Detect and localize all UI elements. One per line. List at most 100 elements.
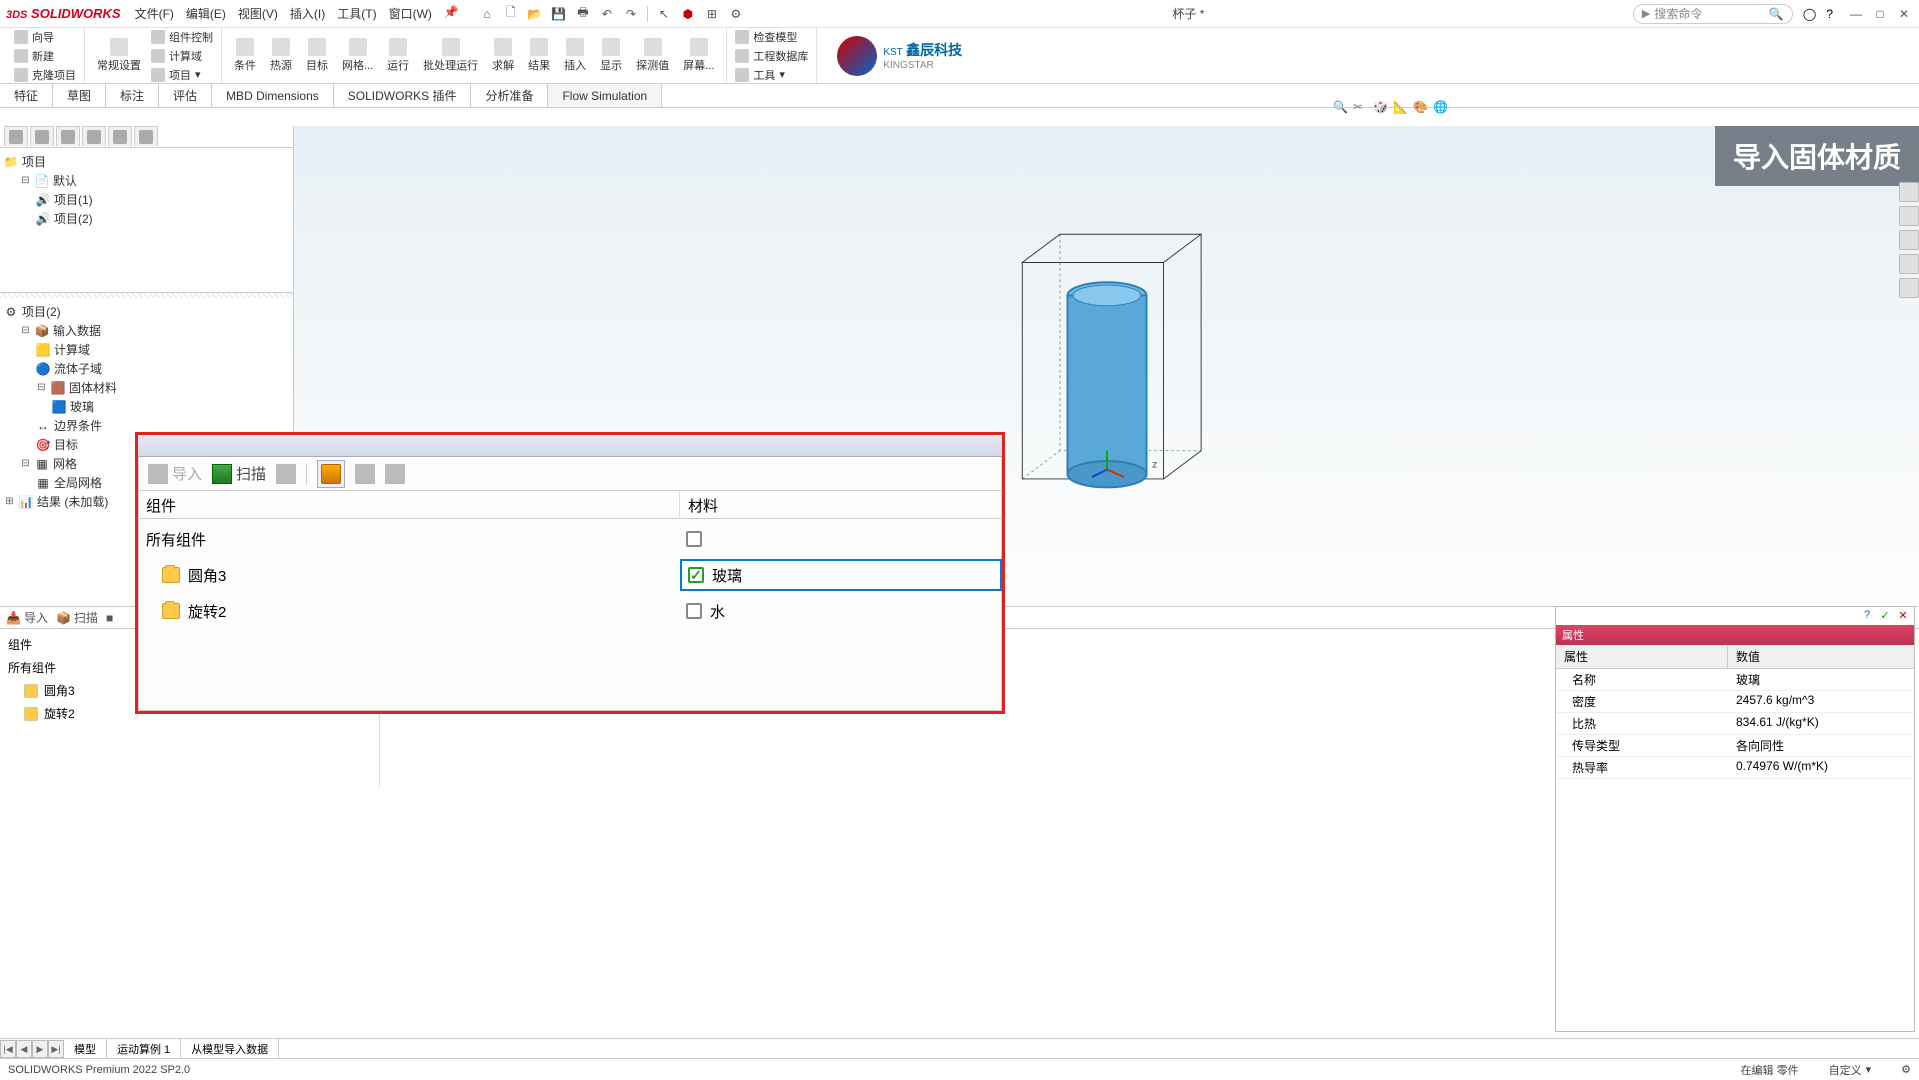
props-col-value[interactable]: 数值 (1728, 645, 1768, 668)
dialog-titlebar[interactable] (138, 435, 1002, 457)
batch-button[interactable]: 批处理运行 (417, 36, 484, 75)
menu-tools[interactable]: 工具(T) (337, 5, 376, 22)
dlg-cube-button[interactable] (317, 460, 345, 488)
props-ok-icon[interactable]: ✓ (1878, 609, 1892, 623)
select-icon[interactable]: ↖ (656, 6, 672, 22)
screen-button[interactable]: 屏幕... (677, 36, 720, 75)
tab-addins[interactable]: SOLIDWORKS 插件 (334, 84, 472, 107)
project-dd-button[interactable]: 项目 ▾ (149, 66, 215, 84)
checkbox-water[interactable] (686, 603, 702, 619)
dlg-row-revolve2[interactable]: 旋转2 水 (138, 593, 1002, 629)
display-icon[interactable]: 📐 (1393, 100, 1409, 116)
tree-glass[interactable]: 🟦玻璃 (4, 397, 289, 416)
tab-mbd[interactable]: MBD Dimensions (212, 84, 334, 107)
component-control-button[interactable]: 组件控制 (149, 28, 215, 46)
menu-file[interactable]: 文件(F) (135, 5, 174, 22)
tab-evaluate[interactable]: 评估 (159, 84, 212, 107)
general-settings-button[interactable]: 常规设置 (91, 36, 147, 75)
tree-project1[interactable]: 🔊项目(1) (4, 190, 289, 209)
props-row-conductivity[interactable]: 热导率0.74976 W/(m*K) (1556, 757, 1914, 779)
open-icon[interactable]: 📂 (527, 6, 543, 22)
close-button[interactable]: ✕ (1895, 7, 1913, 21)
tab-flow-sim[interactable]: Flow Simulation (548, 84, 662, 107)
save-icon[interactable]: 💾 (551, 6, 567, 22)
checkbox-glass[interactable] (688, 567, 704, 583)
display-button[interactable]: 显示 (594, 36, 628, 75)
tab-annotate[interactable]: 标注 (106, 84, 159, 107)
scan-btn-bg[interactable]: 📦 扫描 (56, 609, 98, 626)
status-gear-icon[interactable]: ⚙ (1901, 1063, 1911, 1076)
settings-icon[interactable]: ⚙ (728, 6, 744, 22)
wizard-button[interactable]: 向导 (12, 28, 78, 46)
props-row-density[interactable]: 密度2457.6 kg/m^3 (1556, 691, 1914, 713)
probe-button[interactable]: 探测值 (630, 36, 675, 75)
tree-root-p2[interactable]: ⚙项目(2) (4, 302, 289, 321)
nav-next[interactable]: ▶ (32, 1040, 48, 1058)
zoom-icon[interactable]: 🔍 (1333, 100, 1349, 116)
checkbox-all[interactable] (686, 531, 702, 547)
props-col-property[interactable]: 属性 (1556, 645, 1728, 668)
col-material[interactable]: 材料 (680, 491, 726, 518)
btab-import-data[interactable]: 从模型导入数据 (181, 1039, 279, 1059)
home-icon[interactable]: ⌂ (479, 6, 495, 22)
compute-domain-button[interactable]: 计算域 (149, 47, 215, 65)
menu-insert[interactable]: 插入(I) (290, 5, 325, 22)
panel-tab-2[interactable] (30, 126, 54, 146)
panel-tab-6[interactable] (134, 126, 158, 146)
scene-icon[interactable]: 🌐 (1433, 100, 1449, 116)
eng-db-button[interactable]: 工程数据库 (733, 47, 810, 65)
props-close-icon[interactable]: ✕ (1896, 609, 1910, 623)
mesh-button[interactable]: 网格... (336, 36, 379, 75)
tab-sketch[interactable]: 草图 (53, 84, 106, 107)
tree-default[interactable]: ⊟📄默认 (4, 171, 289, 190)
undo-icon[interactable]: ↶ (599, 6, 615, 22)
tree-solid[interactable]: ⊟🟫固体材料 (4, 378, 289, 397)
panel-tab-3[interactable] (56, 126, 80, 146)
run-button[interactable]: 运行 (381, 36, 415, 75)
search-input[interactable]: ▶ 搜索命令 🔍 (1633, 4, 1793, 24)
dlg-import-button[interactable]: 导入 (148, 463, 202, 484)
tree-root-project[interactable]: 📁项目 (4, 152, 289, 171)
options-icon[interactable]: ⊞ (704, 6, 720, 22)
col-component[interactable]: 组件 (138, 491, 680, 518)
menu-window[interactable]: 窗口(W) (389, 5, 432, 22)
nav-first[interactable]: |◀ (0, 1040, 16, 1058)
conditions-button[interactable]: 条件 (228, 36, 262, 75)
results-button[interactable]: 结果 (522, 36, 556, 75)
clone-project-button[interactable]: 克隆项目 (12, 66, 78, 84)
side-tool-2[interactable] (1899, 206, 1919, 226)
side-tool-1[interactable] (1899, 182, 1919, 202)
side-tool-4[interactable] (1899, 254, 1919, 274)
menu-pin-icon[interactable]: 📌 (444, 5, 459, 22)
btab-motion[interactable]: 运动算例 1 (107, 1039, 181, 1059)
import-btn-bg[interactable]: 📥 导入 (6, 609, 48, 626)
panel-tab-5[interactable] (108, 126, 132, 146)
props-help-icon[interactable]: ? (1860, 609, 1874, 623)
stop-btn-bg[interactable]: ■ (106, 611, 113, 625)
tab-analysis[interactable]: 分析准备 (471, 84, 548, 107)
insert-button[interactable]: 插入 (558, 36, 592, 75)
menu-view[interactable]: 视图(V) (238, 5, 278, 22)
props-row-specific-heat[interactable]: 比热834.61 J/(kg*K) (1556, 713, 1914, 735)
nav-prev[interactable]: ◀ (16, 1040, 32, 1058)
dlg-row-all[interactable]: 所有组件 (138, 521, 1002, 557)
solve-button[interactable]: 求解 (486, 36, 520, 75)
print-icon[interactable]: 🖶 (575, 6, 591, 22)
menu-edit[interactable]: 编辑(E) (186, 5, 226, 22)
check-model-button[interactable]: 检查模型 (733, 28, 810, 46)
appearance-icon[interactable]: 🎨 (1413, 100, 1429, 116)
dlg-scan-button[interactable]: 扫描 (212, 463, 266, 484)
maximize-button[interactable]: □ (1871, 7, 1889, 21)
panel-tab-4[interactable] (82, 126, 106, 146)
search-icon[interactable]: 🔍 (1769, 7, 1784, 21)
new-button[interactable]: 新建 (12, 47, 78, 65)
new-doc-icon[interactable]: 🗋 (503, 6, 519, 22)
dlg-screen-button[interactable] (385, 464, 405, 484)
dlg-wrench-button[interactable] (355, 464, 375, 484)
side-tool-5[interactable] (1899, 278, 1919, 298)
tree-input[interactable]: ⊟📦输入数据 (4, 321, 289, 340)
minimize-button[interactable]: — (1847, 7, 1865, 21)
tree-fluid[interactable]: 🔵流体子域 (4, 359, 289, 378)
side-tool-3[interactable] (1899, 230, 1919, 250)
redo-icon[interactable]: ↷ (623, 6, 639, 22)
